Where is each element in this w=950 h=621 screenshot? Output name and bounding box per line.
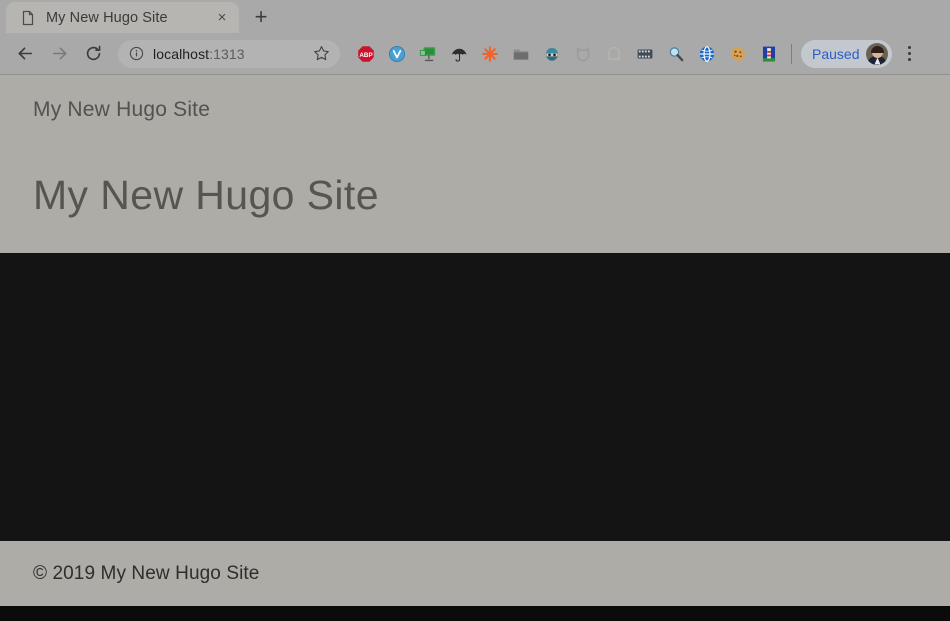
svg-text:ABP: ABP bbox=[359, 51, 372, 58]
globe-icon bbox=[699, 45, 714, 62]
page-document-icon bbox=[20, 10, 36, 26]
sync-paused-label: Paused bbox=[812, 45, 860, 62]
film-strip-icon bbox=[637, 49, 652, 58]
magnifier-icon bbox=[669, 46, 683, 61]
page-title: My New Hugo Site bbox=[33, 172, 379, 219]
monitor-icon bbox=[419, 46, 435, 61]
folder-extension[interactable] bbox=[505, 40, 536, 68]
content-dark-band bbox=[0, 253, 950, 541]
avatar[interactable] bbox=[866, 42, 889, 65]
umbrella-extension[interactable] bbox=[443, 40, 474, 68]
vimium-extension[interactable] bbox=[381, 40, 412, 68]
page-viewport: My New Hugo Site My New Hugo Site © 2019… bbox=[0, 75, 950, 621]
new-tab-button[interactable]: + bbox=[247, 3, 275, 31]
url-text: localhost:1313 bbox=[153, 46, 307, 62]
tab-strip: My New Hugo Site × + bbox=[0, 0, 950, 33]
browser-window: My New Hugo Site × + localhost:1313 ABP … bbox=[0, 0, 950, 621]
toolbar-divider bbox=[791, 43, 792, 64]
shield-cat-extension[interactable] bbox=[567, 40, 598, 68]
ghost-extension[interactable] bbox=[598, 40, 629, 68]
tab-my-new-hugo-site[interactable]: My New Hugo Site × bbox=[6, 2, 239, 33]
avatar-hair bbox=[870, 45, 884, 53]
film-reel-extension[interactable] bbox=[629, 40, 660, 68]
forward-button[interactable] bbox=[44, 39, 74, 69]
info-circle-icon[interactable] bbox=[128, 45, 145, 62]
ninja-avatar-extension[interactable] bbox=[536, 40, 567, 68]
reload-icon bbox=[84, 44, 103, 63]
lighthouse-icon bbox=[762, 46, 775, 61]
back-button[interactable] bbox=[10, 39, 40, 69]
adblock-plus-extension[interactable]: ABP bbox=[350, 40, 381, 68]
site-footer: © 2019 My New Hugo Site bbox=[0, 541, 950, 606]
url-port: :1313 bbox=[209, 45, 245, 62]
site-brand-link[interactable]: My New Hugo Site bbox=[33, 97, 210, 123]
cookie-extension[interactable] bbox=[722, 40, 753, 68]
cookie-icon bbox=[730, 46, 745, 61]
abp-octagon-icon: ABP bbox=[357, 45, 374, 62]
lighthouse-extension[interactable] bbox=[753, 40, 784, 68]
folder-icon bbox=[513, 49, 528, 60]
ninja-face-icon bbox=[545, 47, 558, 61]
address-bar[interactable]: localhost:1313 bbox=[118, 39, 340, 68]
arrow-right-icon bbox=[50, 44, 69, 63]
reload-button[interactable] bbox=[78, 39, 108, 69]
copyright-text: © 2019 My New Hugo Site bbox=[33, 562, 260, 584]
umbrella-icon bbox=[451, 48, 467, 62]
profile-chip[interactable]: Paused bbox=[801, 39, 893, 68]
ghost-icon bbox=[607, 46, 620, 60]
star-outline-icon[interactable] bbox=[311, 44, 331, 64]
hero-section: My New Hugo Site bbox=[0, 123, 950, 220]
asterisk-extension[interactable] bbox=[474, 40, 505, 68]
url-host: localhost bbox=[153, 45, 210, 62]
site-header: My New Hugo Site bbox=[0, 75, 950, 123]
vimium-circle-icon bbox=[388, 45, 405, 62]
tab-title: My New Hugo Site bbox=[46, 9, 168, 26]
three-dot-menu-icon[interactable] bbox=[896, 40, 922, 68]
browser-toolbar: localhost:1313 ABP Paused bbox=[0, 33, 950, 75]
magnifier-extension[interactable] bbox=[660, 40, 691, 68]
globe-extension[interactable] bbox=[691, 40, 722, 68]
page-bottom-strip bbox=[0, 606, 950, 621]
screen-capture-extension[interactable] bbox=[412, 40, 443, 68]
close-icon[interactable]: × bbox=[211, 7, 233, 29]
asterisk-icon bbox=[481, 45, 498, 62]
extension-icons: ABP Paused bbox=[350, 39, 942, 68]
arrow-left-icon bbox=[16, 44, 35, 63]
shield-cat-icon bbox=[576, 46, 589, 62]
